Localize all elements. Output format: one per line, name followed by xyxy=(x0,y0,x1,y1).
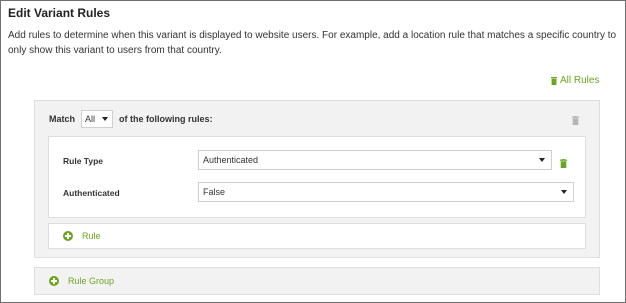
rule-type-select[interactable]: Authenticated xyxy=(198,150,552,170)
plus-circle-icon xyxy=(63,231,73,241)
match-row: Match All of the following rules: xyxy=(49,110,213,128)
rule-type-value: Authenticated xyxy=(203,155,259,165)
rule-type-label: Rule Type xyxy=(63,156,103,166)
match-select-value: All xyxy=(85,114,96,124)
edit-variant-rules-dialog: Edit Variant Rules Add rules to determin… xyxy=(0,0,626,303)
authenticated-value: False xyxy=(203,187,226,197)
authenticated-label: Authenticated xyxy=(63,188,120,198)
dialog-title: Edit Variant Rules xyxy=(8,6,111,20)
match-suffix: of the following rules: xyxy=(119,114,213,124)
add-rule-group-label: Rule Group xyxy=(68,276,115,286)
chevron-down-icon xyxy=(102,117,109,121)
add-rule-group-button[interactable]: Rule Group xyxy=(34,267,600,295)
all-rules-label: All Rules xyxy=(560,75,600,86)
delete-group-button[interactable] xyxy=(572,112,579,130)
match-select[interactable]: All xyxy=(81,110,114,128)
match-prefix: Match xyxy=(49,114,76,124)
all-rules-button[interactable]: All Rules xyxy=(551,75,599,86)
trash-icon xyxy=(560,155,567,172)
trash-icon xyxy=(572,112,579,129)
delete-rule-button[interactable] xyxy=(560,155,567,173)
rules-panel: Rule Type Authenticated Authenticated Fa… xyxy=(48,136,586,218)
add-rule-label: Rule xyxy=(82,231,101,241)
plus-circle-icon xyxy=(49,276,59,286)
authenticated-select[interactable]: False xyxy=(198,182,574,202)
chevron-down-icon xyxy=(539,158,545,162)
chevron-down-icon xyxy=(561,190,567,194)
dialog-description: Add rules to determine when this variant… xyxy=(8,30,617,56)
add-rule-button[interactable]: Rule xyxy=(48,223,586,249)
rule-group-panel: Match All of the following rules: Rule T… xyxy=(34,100,600,258)
trash-icon xyxy=(551,76,557,85)
